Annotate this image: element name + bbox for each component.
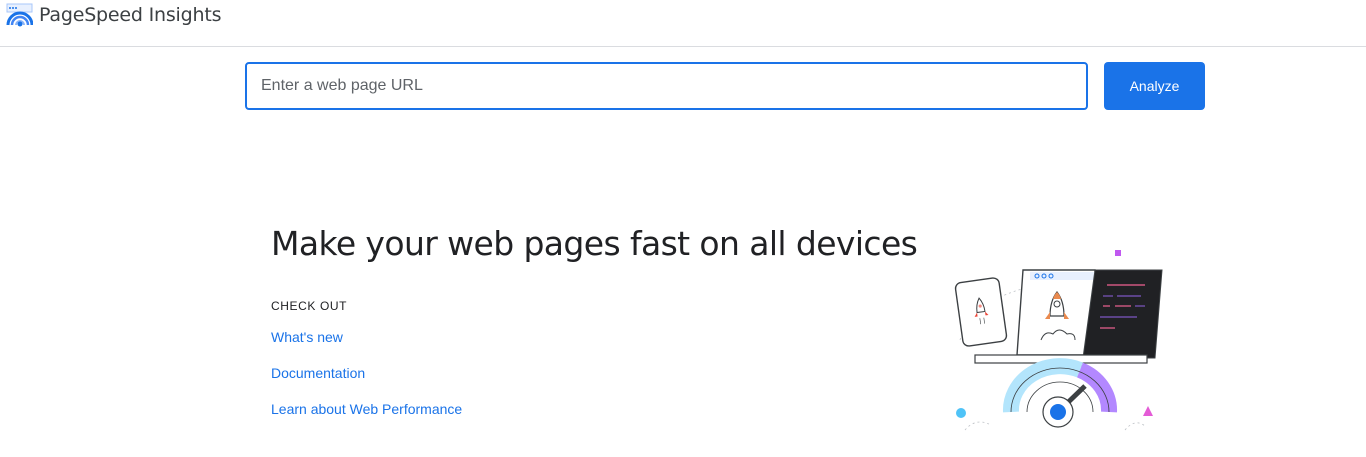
- devices-speed-gauge-illustration: [954, 250, 1163, 431]
- app-title: PageSpeed Insights: [39, 4, 222, 26]
- app-logo[interactable]: PageSpeed Insights: [6, 3, 221, 27]
- url-input[interactable]: [245, 62, 1088, 110]
- learn-web-performance-link[interactable]: Learn about Web Performance: [271, 401, 462, 417]
- pagespeed-gauge-icon: [6, 3, 33, 27]
- hero-title: Make your web pages fast on all devices: [271, 224, 918, 263]
- documentation-link[interactable]: Documentation: [271, 365, 365, 381]
- analyze-button[interactable]: Analyze: [1104, 62, 1205, 110]
- whats-new-link[interactable]: What's new: [271, 329, 343, 345]
- check-out-label: CHECK OUT: [271, 299, 348, 313]
- top-app-bar: PageSpeed Insights: [0, 0, 1366, 47]
